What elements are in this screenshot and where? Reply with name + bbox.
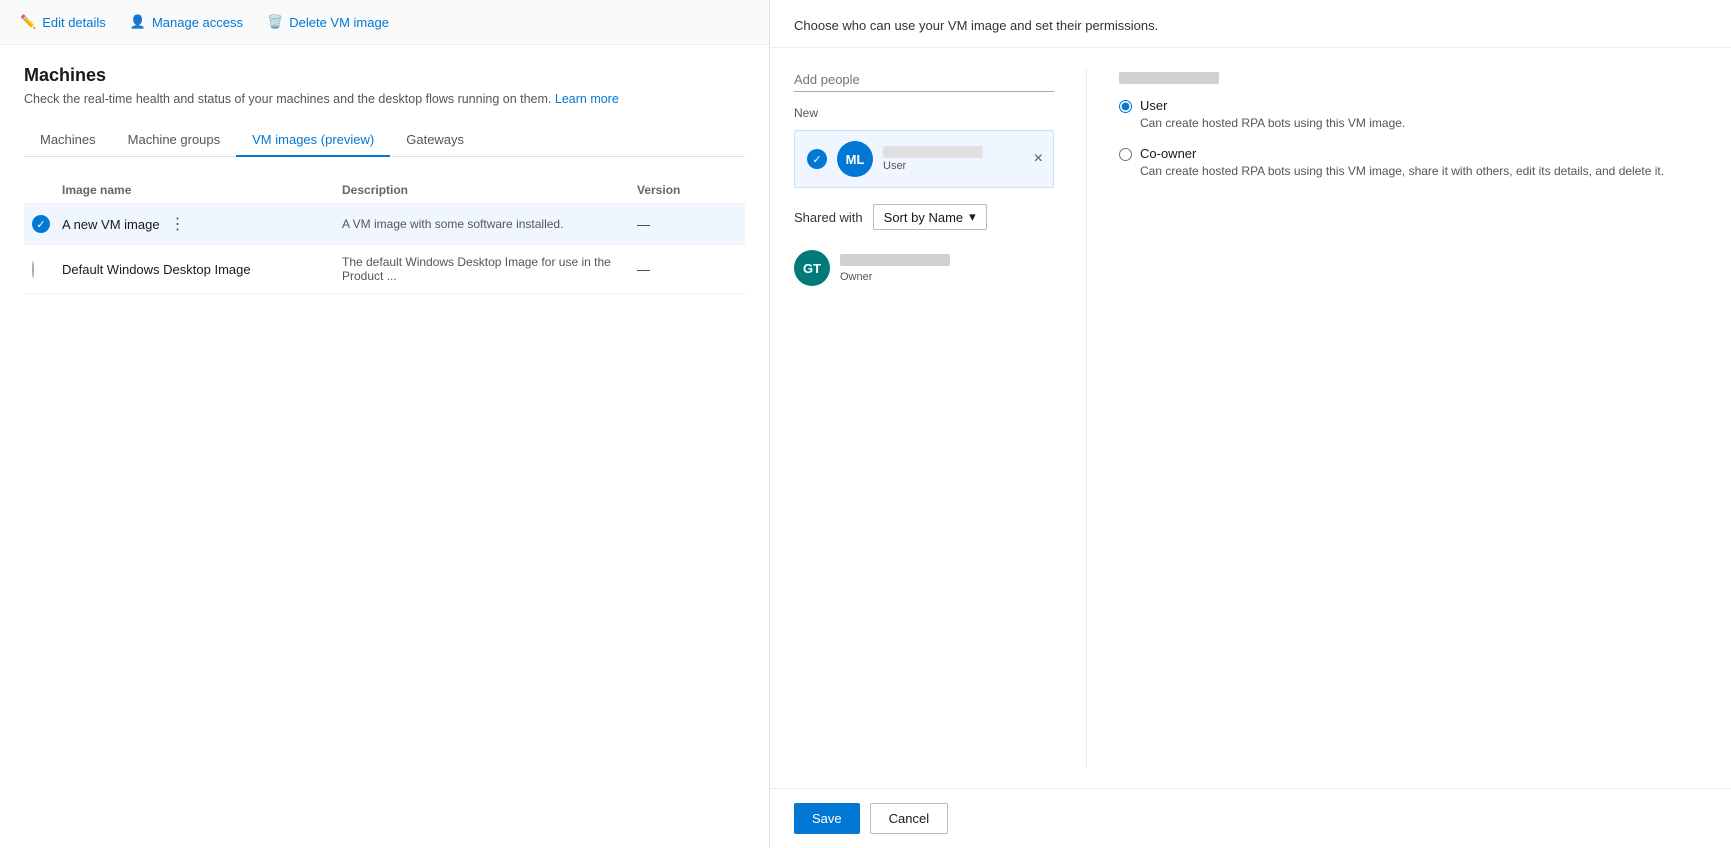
col-description: Description <box>342 183 637 197</box>
panel-body: New ✓ ML User × Shared with Sort by Name… <box>770 48 1731 788</box>
owner-info: Owner <box>840 254 950 283</box>
table-header: Image name Description Version <box>24 177 745 204</box>
tab-machines[interactable]: Machines <box>24 124 112 157</box>
shared-with-row: Shared with Sort by Name ▾ <box>794 204 1054 230</box>
sort-by-label: Sort by Name <box>884 210 963 225</box>
left-panel: ✏️ Edit details 👤 Manage access 🗑️ Delet… <box>0 0 770 848</box>
new-section-label: New <box>794 106 1054 120</box>
remove-person-button[interactable]: × <box>1034 151 1043 167</box>
coowner-permission-label: Co-owner <box>1140 146 1664 161</box>
shared-with-label: Shared with <box>794 210 863 225</box>
user-permission-option: User Can create hosted RPA bots using th… <box>1119 98 1707 132</box>
permission-person-name-blur <box>1119 72 1219 84</box>
row-2-version: — <box>637 262 737 277</box>
delete-vm-image-button[interactable]: 🗑️ Delete VM image <box>267 14 389 30</box>
row-1-name: A new VM image ⋮ <box>62 214 342 234</box>
tabs: Machines Machine groups VM images (previ… <box>24 124 745 157</box>
row-check-selected: ✓ <box>32 215 50 233</box>
new-person-avatar: ML <box>837 141 873 177</box>
page-title: Machines <box>24 65 745 86</box>
user-permission-label: User <box>1140 98 1405 113</box>
learn-more-link[interactable]: Learn more <box>555 92 619 106</box>
tab-vm-images[interactable]: VM images (preview) <box>236 124 390 157</box>
user-permission-desc: Can create hosted RPA bots using this VM… <box>1140 115 1405 132</box>
right-panel: Choose who can use your VM image and set… <box>770 0 1731 848</box>
col-image-name: Image name <box>62 183 342 197</box>
panel-left-section: New ✓ ML User × Shared with Sort by Name… <box>794 68 1054 768</box>
permission-section: User Can create hosted RPA bots using th… <box>1119 68 1707 180</box>
sort-by-dropdown[interactable]: Sort by Name ▾ <box>873 204 987 230</box>
coowner-permission-desc: Can create hosted RPA bots using this VM… <box>1140 163 1664 180</box>
cancel-button[interactable]: Cancel <box>870 803 948 834</box>
new-person-role: User <box>883 160 1041 172</box>
pencil-icon: ✏️ <box>20 14 36 30</box>
new-person-name-blur <box>883 146 983 158</box>
person-icon: 👤 <box>130 14 146 30</box>
row-1-version: — <box>637 217 737 232</box>
panel-right-section: User Can create hosted RPA bots using th… <box>1119 68 1707 768</box>
row-check-empty <box>32 261 34 278</box>
owner-name-blur <box>840 254 950 266</box>
owner-row: GT Owner <box>794 242 1054 294</box>
panel-header: Choose who can use your VM image and set… <box>770 0 1731 48</box>
edit-details-button[interactable]: ✏️ Edit details <box>20 14 106 30</box>
tab-machine-groups[interactable]: Machine groups <box>112 124 237 157</box>
new-person-check: ✓ <box>807 149 827 169</box>
delete-icon: 🗑️ <box>267 14 283 30</box>
panel-subtitle: Choose who can use your VM image and set… <box>794 18 1707 33</box>
manage-access-button[interactable]: 👤 Manage access <box>130 14 243 30</box>
new-person-info: User <box>883 146 1041 172</box>
row-1-description: A VM image with some software installed. <box>342 217 637 231</box>
coowner-permission-option: Co-owner Can create hosted RPA bots usin… <box>1119 146 1707 180</box>
chevron-down-icon: ▾ <box>969 209 976 225</box>
user-radio[interactable] <box>1119 100 1132 113</box>
row-1-more-button[interactable]: ⋮ <box>168 214 188 234</box>
panel-footer: Save Cancel <box>770 788 1731 848</box>
owner-avatar: GT <box>794 250 830 286</box>
add-people-input[interactable] <box>794 68 1054 92</box>
tab-gateways[interactable]: Gateways <box>390 124 480 157</box>
table-row[interactable]: Default Windows Desktop Image The defaul… <box>24 245 745 294</box>
row-2-name: Default Windows Desktop Image <box>62 262 342 277</box>
row-2-description: The default Windows Desktop Image for us… <box>342 255 637 283</box>
new-person-card: ✓ ML User × <box>794 130 1054 188</box>
coowner-permission-info: Co-owner Can create hosted RPA bots usin… <box>1140 146 1664 180</box>
panel-divider <box>1086 68 1087 768</box>
owner-role: Owner <box>840 271 950 283</box>
save-button[interactable]: Save <box>794 803 860 834</box>
coowner-radio[interactable] <box>1119 148 1132 161</box>
page-subtitle: Check the real-time health and status of… <box>24 92 745 106</box>
user-permission-info: User Can create hosted RPA bots using th… <box>1140 98 1405 132</box>
col-version: Version <box>637 183 737 197</box>
toolbar: ✏️ Edit details 👤 Manage access 🗑️ Delet… <box>0 0 769 45</box>
table-row[interactable]: ✓ A new VM image ⋮ A VM image with some … <box>24 204 745 245</box>
page-content: Machines Check the real-time health and … <box>0 45 769 848</box>
